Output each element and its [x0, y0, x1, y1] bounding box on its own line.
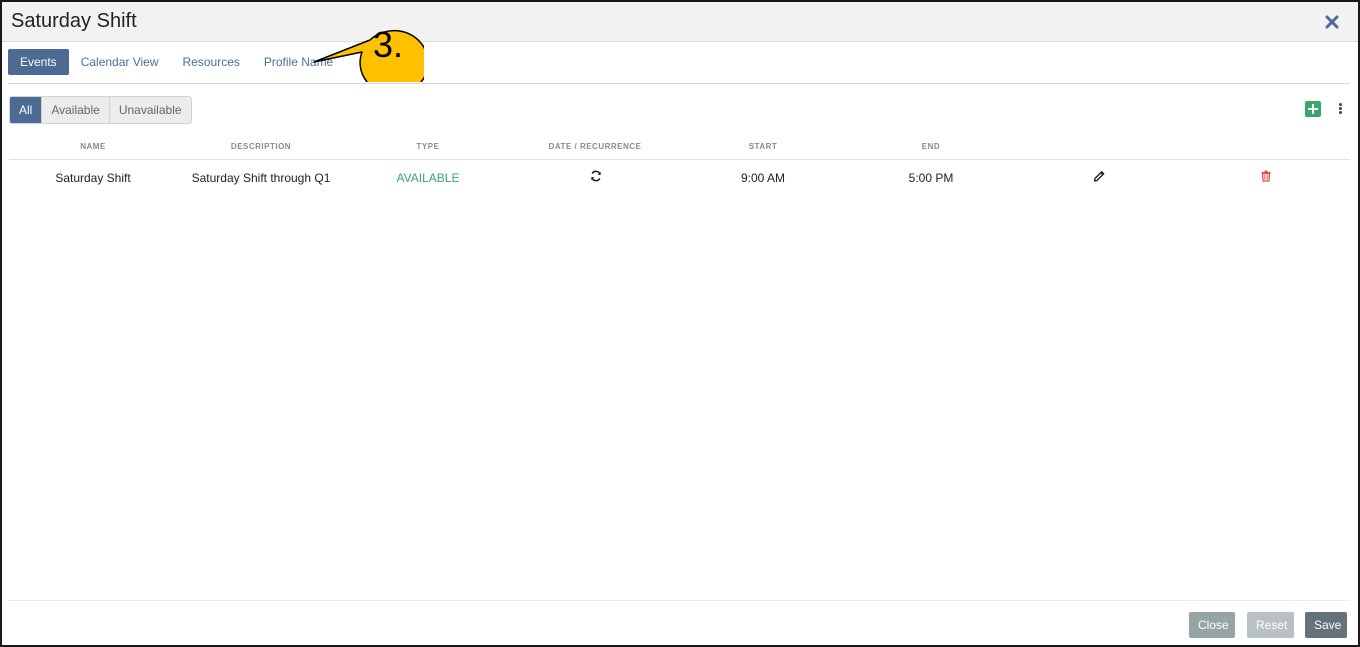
- reset-button[interactable]: Reset: [1247, 612, 1294, 638]
- edit-pencil-icon[interactable]: [1093, 170, 1106, 183]
- recurrence-icon: [591, 170, 601, 182]
- step-callout-label: 3.: [373, 24, 403, 65]
- close-button[interactable]: Close: [1189, 612, 1235, 638]
- event-name: Saturday Shift: [55, 171, 131, 185]
- column-header-type: TYPE: [416, 142, 440, 151]
- close-icon[interactable]: [1324, 14, 1340, 30]
- filter-all[interactable]: All: [10, 97, 43, 123]
- table-row[interactable]: Saturday Shift Saturday Shift through Q1…: [9, 161, 1350, 195]
- column-header-description: DESCRIPTION: [230, 142, 292, 151]
- footer-divider: [8, 600, 1350, 601]
- column-header-start: START: [748, 142, 778, 151]
- column-header-name: NAME: [80, 142, 106, 151]
- add-event-icon[interactable]: [1305, 101, 1321, 117]
- tabs-divider: [8, 83, 1350, 84]
- event-description: Saturday Shift through Q1: [191, 171, 331, 185]
- tab-events[interactable]: Events: [8, 49, 69, 75]
- tab-bar: Events Calendar View Resources Profile N…: [8, 49, 345, 75]
- column-header-end: END: [921, 142, 941, 151]
- column-header-date-recurrence: DATE / RECURRENCE: [548, 142, 642, 151]
- tab-calendar-view[interactable]: Calendar View: [69, 49, 171, 75]
- event-end: 5:00 PM: [908, 171, 954, 185]
- delete-trash-icon[interactable]: [1261, 170, 1272, 182]
- event-start: 9:00 AM: [740, 171, 786, 185]
- step-callout: 3.: [313, 24, 424, 82]
- more-options-icon[interactable]: [1334, 102, 1346, 116]
- availability-filter: All Available Unavailable: [9, 96, 192, 124]
- filter-available[interactable]: Available: [42, 97, 110, 123]
- dialog-title: Saturday Shift: [11, 10, 137, 32]
- filter-unavailable[interactable]: Unavailable: [109, 97, 191, 123]
- event-type: AVAILABLE: [396, 171, 460, 185]
- dialog-header: Saturday Shift: [2, 2, 1358, 42]
- table-header: NAME DESCRIPTION TYPE DATE / RECURRENCE …: [9, 139, 1350, 160]
- save-button[interactable]: Save: [1305, 612, 1347, 638]
- tab-resources[interactable]: Resources: [171, 49, 252, 75]
- dialog-frame: Saturday Shift Events Calendar View Reso…: [0, 0, 1360, 647]
